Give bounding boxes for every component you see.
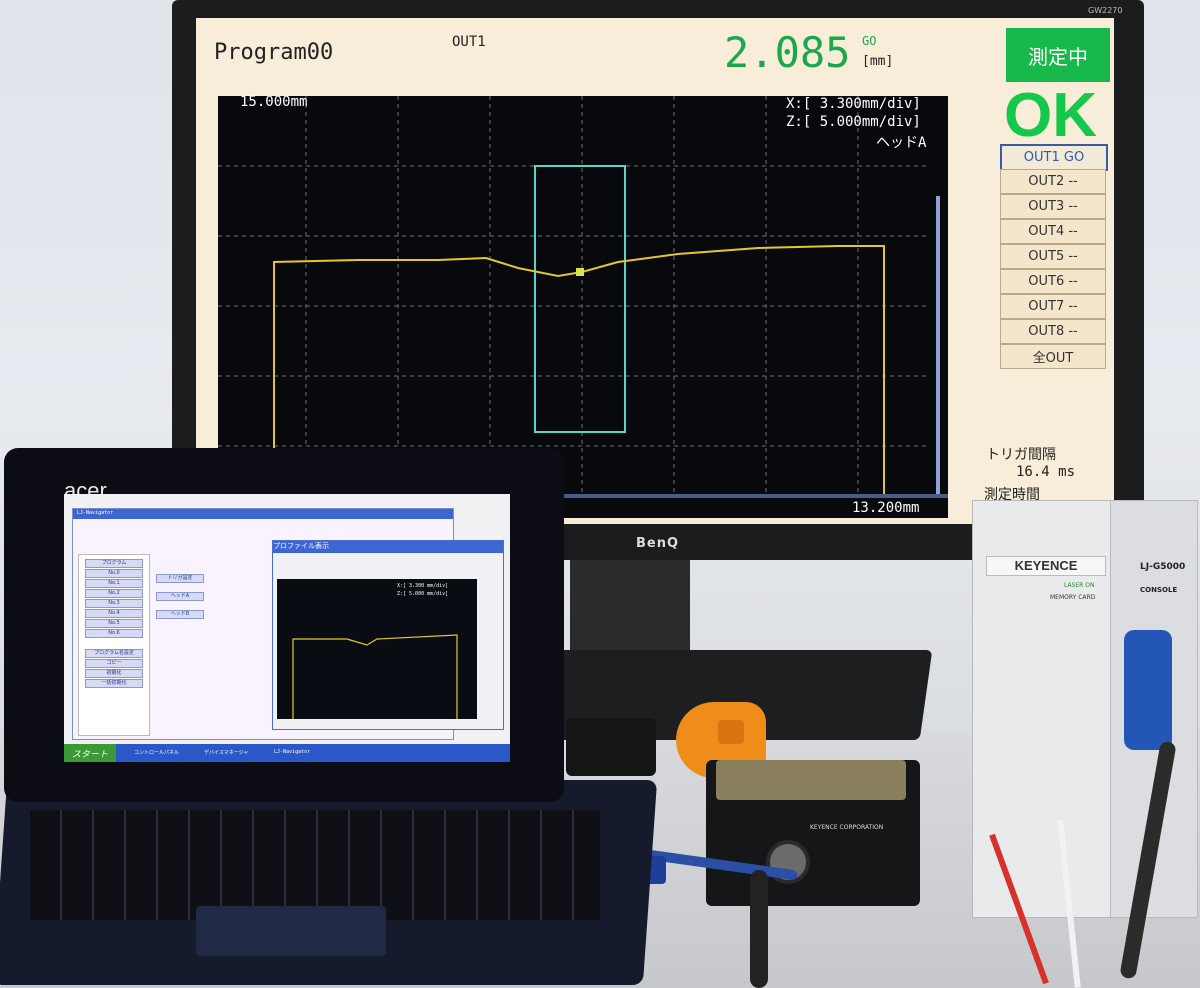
range-left: 15.000mm [240, 94, 308, 110]
mini-z-division: Z:[ 5.000 mm/div] [397, 591, 449, 597]
start-label: スタート [71, 749, 108, 760]
mini-profile-plot: X:[ 3.300 mm/div] Z:[ 5.000 mm/div] [277, 579, 477, 719]
profile-window-title: プロファイル表示 [273, 541, 503, 553]
mini-profile-line [292, 634, 458, 719]
sidebar-item-no6[interactable]: No.6 [85, 629, 143, 638]
head-label: ヘッドA [876, 135, 927, 151]
value-unit: [mm] [862, 54, 894, 69]
sensor-head-label: KEYENCE CORPORATION [810, 824, 884, 831]
status-badge: 測定中 [1006, 28, 1110, 82]
memory-card-label: MEMORY CARD [1050, 594, 1096, 601]
sidebar-item-no3[interactable]: No.3 [85, 599, 143, 608]
measure-point [576, 268, 584, 276]
output-button-6[interactable]: OUT6 -- [1000, 269, 1106, 294]
sidebar-item-rename[interactable]: プログラム名設定 [85, 649, 143, 658]
sidebar-item-init[interactable]: 初期化 [85, 669, 143, 678]
app-title: LJ-Navigator [77, 510, 114, 516]
start-button[interactable]: スタート [64, 744, 116, 762]
sidebar-item-program[interactable]: プログラム [85, 559, 143, 568]
console-port-label: CONSOLE [1140, 586, 1178, 594]
monitor-brand-logo: BenQ [636, 536, 680, 551]
head-b-button[interactable]: ヘッドB [156, 610, 204, 619]
output-button-1[interactable]: OUT1 GO [1000, 144, 1108, 171]
trigger-interval-value: 16.4 ms [1016, 464, 1076, 480]
output-button-2[interactable]: OUT2 -- [1000, 169, 1106, 194]
laptop-keyboard [30, 810, 600, 920]
output-button-7[interactable]: OUT7 -- [1000, 294, 1106, 319]
out-label: OUT1 [452, 34, 486, 50]
result-ok: OK [1004, 81, 1097, 150]
mini-x-division: X:[ 3.300 mm/div] [397, 583, 449, 589]
controller-brand: KEYENCE [986, 556, 1106, 576]
z-division: Z:[ 5.000mm/div] [786, 114, 921, 130]
sensor-cable [750, 870, 768, 988]
output-button-all[interactable]: 全OUT [1000, 344, 1106, 369]
sidebar-item-copy[interactable]: コピー [85, 659, 143, 668]
output-button-8[interactable]: OUT8 -- [1000, 319, 1106, 344]
taskbar-item-device-manager[interactable]: デバイスマネージャ [204, 749, 248, 756]
laptop-screen: LJ-Navigator プログラム No.0 No.1 No.2 No.3 N… [64, 494, 510, 762]
power-adapter [566, 718, 656, 776]
monitor-model-label: GW2270 [1088, 6, 1123, 15]
taskbar-item-lj-navigator[interactable]: LJ-Navigator [274, 749, 310, 755]
x-division: X:[ 3.300mm/div] [786, 96, 921, 112]
head-a-button[interactable]: ヘッドA [156, 592, 204, 601]
judgement-small: GO [862, 34, 877, 48]
output-button-5[interactable]: OUT5 -- [1000, 244, 1106, 269]
measured-value: 2.085 [724, 28, 851, 77]
trigger-setting-button[interactable]: トリガ設定 [156, 574, 204, 583]
trigger-interval-label: トリガ間隔 [986, 447, 1056, 463]
range-right: 13.200mm [852, 500, 920, 516]
measurement-window [534, 165, 626, 433]
profile-window: プロファイル表示 X:[ 3.300 mm/div] Z:[ 5.000 mm/… [272, 540, 504, 730]
output-button-3[interactable]: OUT3 -- [1000, 194, 1106, 219]
taskbar: スタート コントロールパネル デバイスマネージャ LJ-Navigator [64, 744, 510, 762]
sensor-head-label-plate [716, 760, 906, 800]
laptop-touchpad[interactable] [196, 906, 386, 956]
sidebar-item-no5[interactable]: No.5 [85, 619, 143, 628]
output-button-4[interactable]: OUT4 -- [1000, 219, 1106, 244]
taskbar-item-control-panel[interactable]: コントロールパネル [134, 749, 179, 756]
monitor-cable [1124, 630, 1172, 750]
sidebar-item-bulk-init[interactable]: 一括初期化 [85, 679, 143, 688]
tape-measure-button [718, 720, 744, 744]
sidebar-item-no4[interactable]: No.4 [85, 609, 143, 618]
sidebar-item-no0[interactable]: No.0 [85, 569, 143, 578]
plot-scrollbar [936, 196, 940, 496]
app-title-bar: LJ-Navigator [73, 509, 453, 519]
laser-on-label: LASER ON [1064, 582, 1095, 589]
controller-model: LJ-G5000 [1140, 562, 1186, 572]
program-sidebar: プログラム No.0 No.1 No.2 No.3 No.4 No.5 No.6… [78, 554, 150, 736]
sidebar-item-no2[interactable]: No.2 [85, 589, 143, 598]
grid-lines [218, 96, 928, 496]
program-name: Program00 [214, 40, 334, 65]
sidebar-item-no1[interactable]: No.1 [85, 579, 143, 588]
mini-profile-svg [292, 634, 458, 719]
